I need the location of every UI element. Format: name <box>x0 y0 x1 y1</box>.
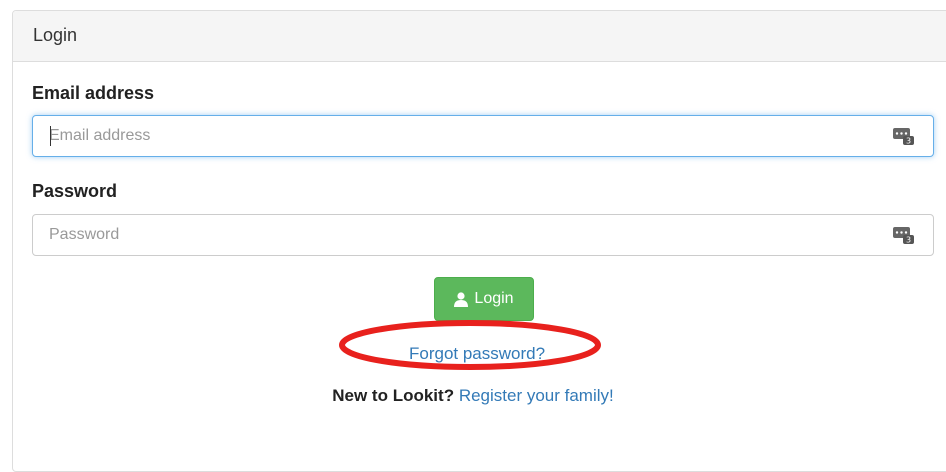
password-label: Password <box>32 181 118 201</box>
user-icon <box>454 291 469 307</box>
forgot-password-link[interactable]: Forgot password? <box>409 344 545 364</box>
register-family-link[interactable]: Register your family! <box>459 386 614 405</box>
password-manager-icon[interactable]: 3 <box>893 225 915 245</box>
register-line: New to Lookit? Register your family! <box>0 386 946 406</box>
password-field[interactable] <box>33 215 909 255</box>
text-caret <box>50 126 51 146</box>
email-label: Email address <box>32 83 155 103</box>
email-field-wrapper: 3 <box>32 115 934 157</box>
panel-title: Login <box>33 25 78 45</box>
register-prompt: New to Lookit? <box>332 386 455 405</box>
panel-heading: Login <box>13 11 946 62</box>
email-field[interactable] <box>33 116 909 156</box>
login-button-label: Login <box>474 290 514 307</box>
password-manager-icon[interactable]: 3 <box>893 126 915 146</box>
svg-text:3: 3 <box>906 137 911 146</box>
svg-text:3: 3 <box>906 236 911 245</box>
login-button[interactable]: Login <box>434 277 534 321</box>
password-field-wrapper: 3 <box>32 214 934 256</box>
